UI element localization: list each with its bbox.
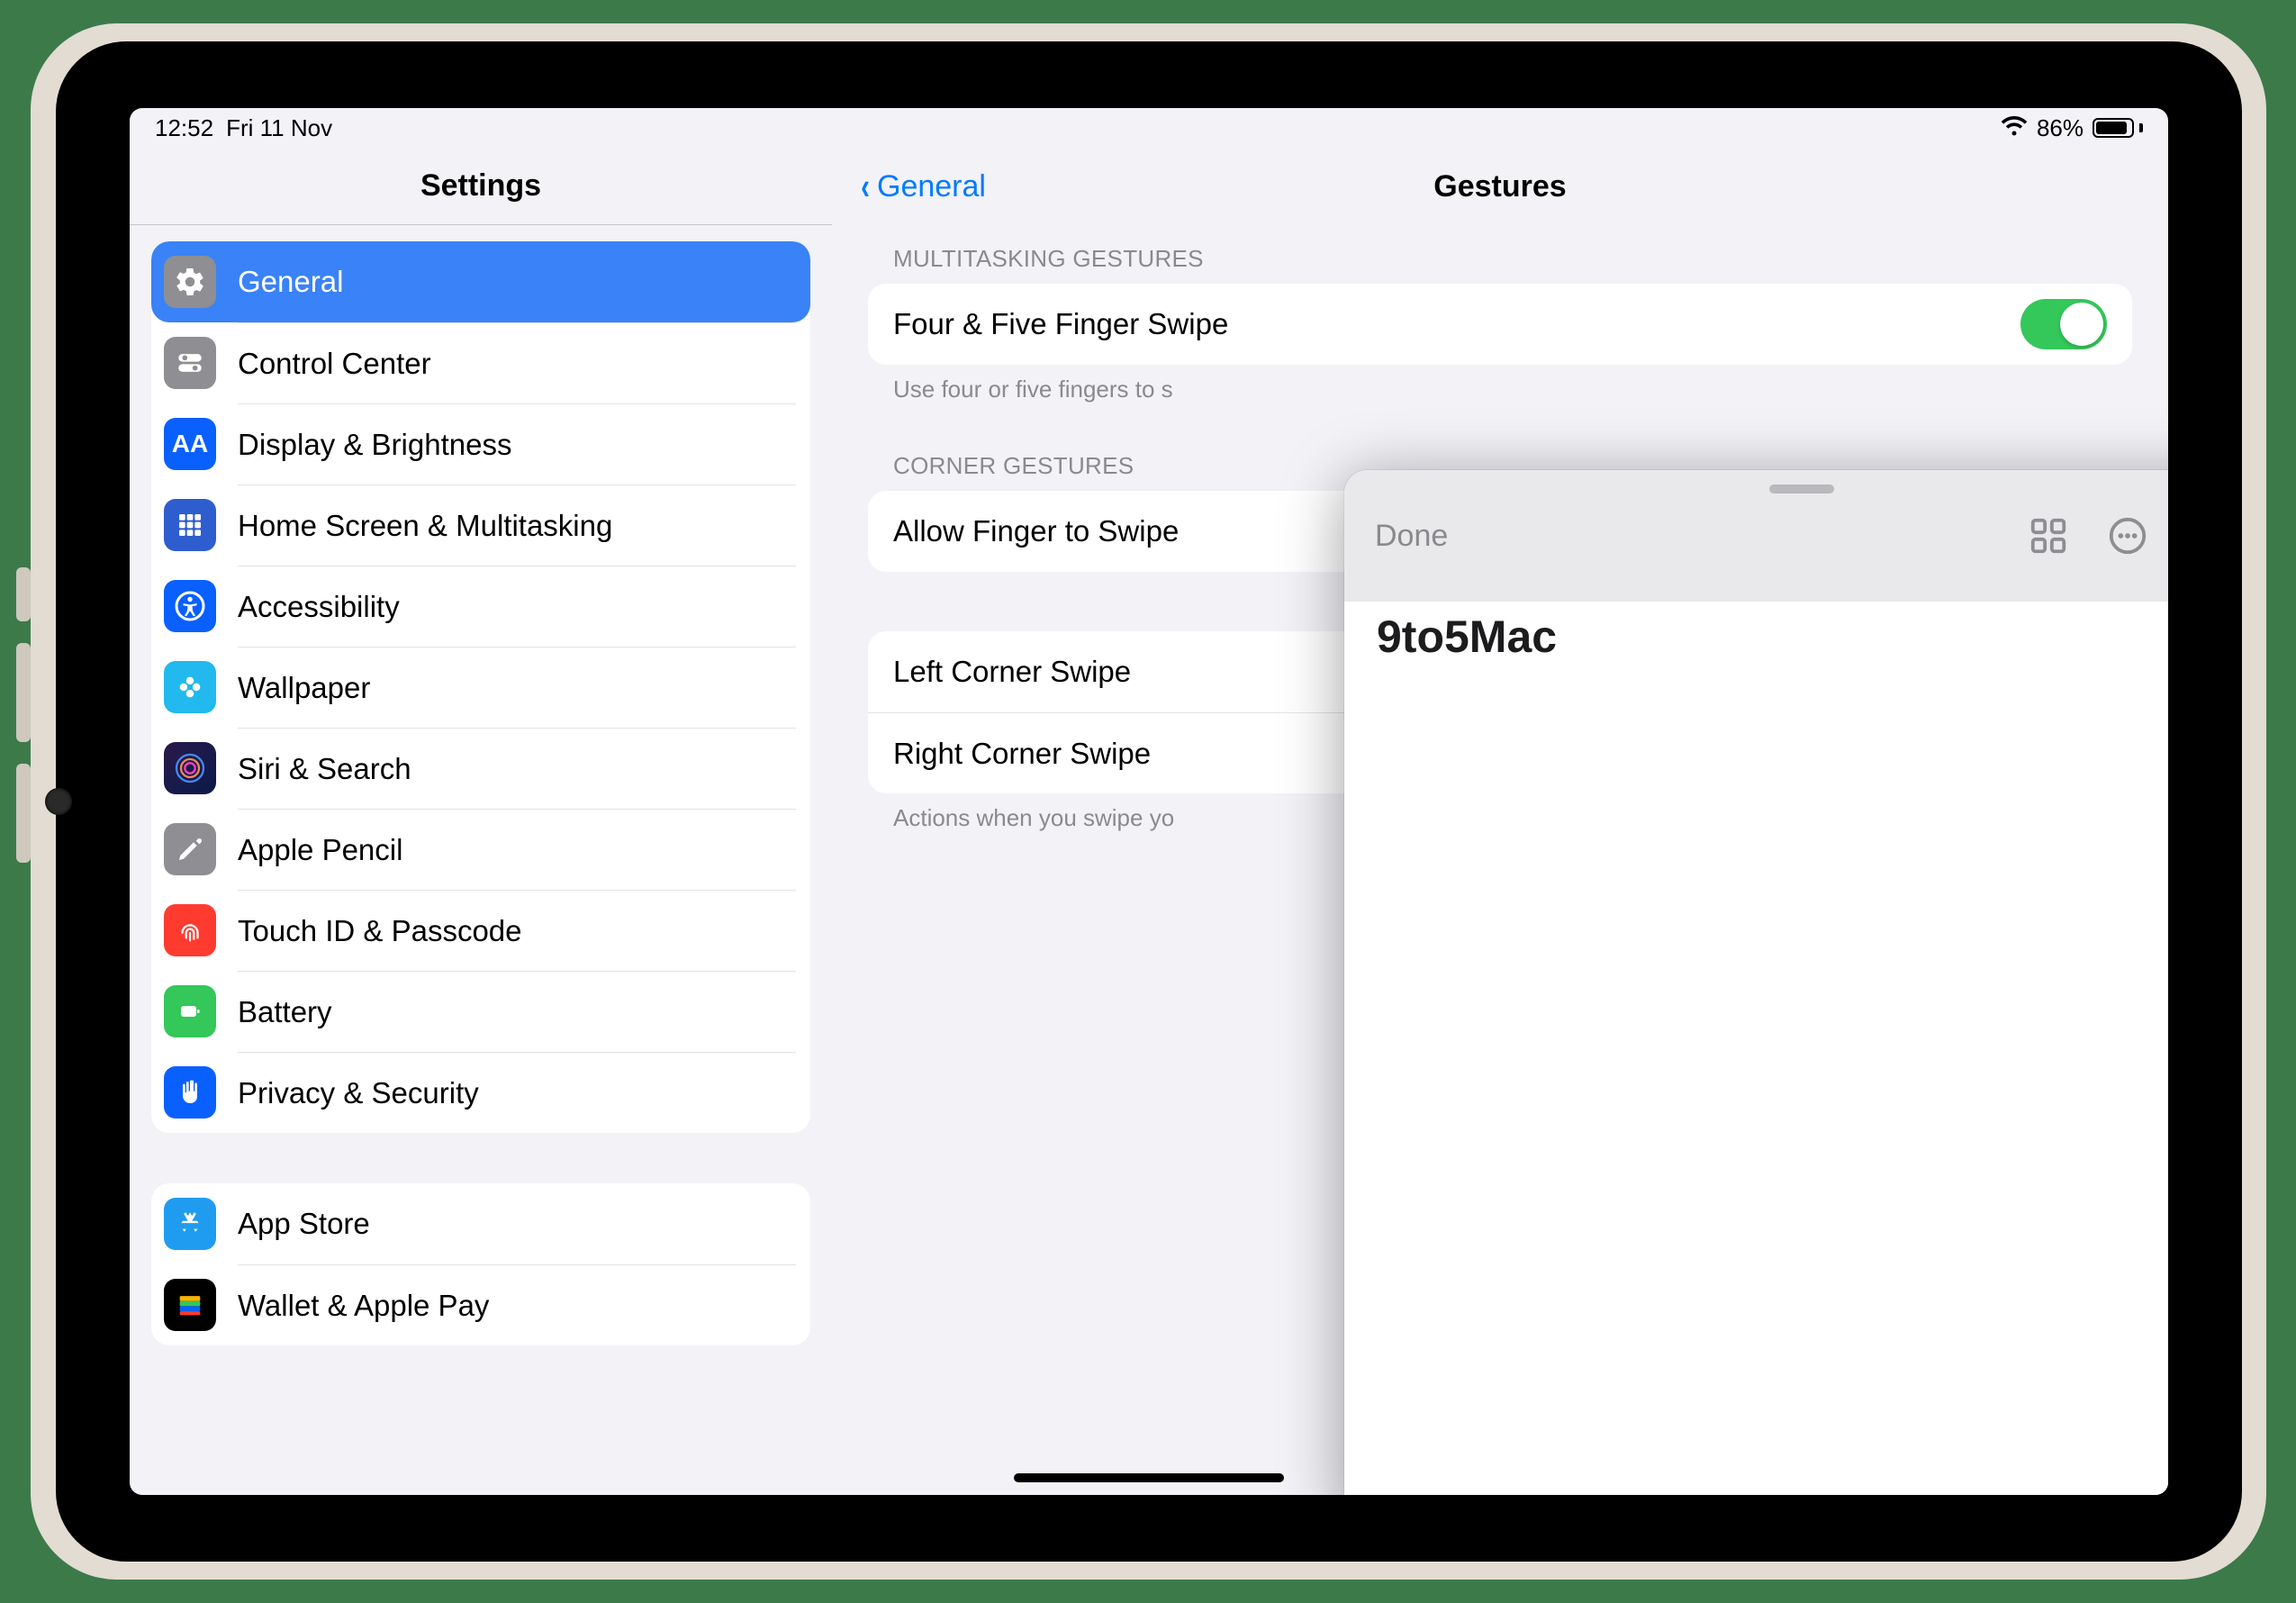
sidebar-item-home-screen[interactable]: Home Screen & Multitasking [151,485,810,566]
toggles-icon [164,337,216,389]
hand-icon [164,1066,216,1118]
sidebar-item-label: Wallpaper [238,671,370,705]
pencil-icon [164,823,216,875]
sidebar-item-display-brightness[interactable]: AA Display & Brightness [151,403,810,485]
row-label: Left Corner Swipe [893,655,1131,689]
status-time: 12:52 [155,114,213,142]
sidebar-item-label: Wallet & Apple Pay [238,1289,489,1323]
sidebar-item-label: Accessibility [238,590,400,624]
page-title: Gestures [1433,169,1566,204]
home-indicator[interactable] [1014,1473,1284,1482]
row-label: Four & Five Finger Swipe [893,307,1228,341]
row-four-five-finger-swipe[interactable]: Four & Five Finger Swipe [868,284,2132,365]
status-date: Fri 11 Nov [226,114,332,142]
sidebar-item-label: Privacy & Security [238,1076,479,1110]
sidebar-item-wallet[interactable]: Wallet & Apple Pay [151,1264,810,1345]
sidebar-item-wallpaper[interactable]: Wallpaper [151,647,810,728]
sidebar-item-siri-search[interactable]: Siri & Search [151,728,810,809]
row-label: Right Corner Swipe [893,737,1151,771]
sidebar-item-label: Battery [238,995,332,1029]
chevron-left-icon: ‹ [861,175,870,197]
battery-percentage-label: 86% [2037,114,2084,142]
back-button-label: General [877,169,986,204]
sidebar-title: Settings [130,148,832,225]
settings-sidebar: General Control Center AA Display & Brig… [130,225,832,1495]
accessibility-icon [164,580,216,632]
back-button[interactable]: ‹ General [859,169,986,204]
sidebar-item-general[interactable]: General [151,241,810,322]
siri-icon [164,742,216,794]
front-camera [45,788,72,815]
gallery-grid-icon[interactable] [2028,515,2069,557]
battery-icon [164,985,216,1037]
sidebar-item-label: Control Center [238,347,431,381]
app-grid-icon [164,499,216,551]
fingerprint-icon [164,904,216,956]
toggle-switch[interactable] [2020,299,2107,349]
wallet-icon [164,1279,216,1331]
done-button[interactable]: Done [1375,519,1448,554]
sidebar-item-battery[interactable]: Battery [151,971,810,1052]
hardware-mute-switch [16,567,31,621]
flower-icon [164,661,216,713]
sidebar-item-label: Touch ID & Passcode [238,914,522,948]
note-title[interactable]: 9to5Mac [1377,611,2168,663]
app-store-icon [164,1198,216,1250]
hardware-volume-down [16,764,31,863]
gear-icon [164,256,216,308]
row-label: Allow Finger to Swipe [893,514,1179,548]
quick-note-panel[interactable]: Done 9to5Mac [1344,470,2168,1495]
sidebar-item-app-store[interactable]: App Store [151,1183,810,1264]
sidebar-item-apple-pencil[interactable]: Apple Pencil [151,809,810,890]
sidebar-item-touch-id[interactable]: Touch ID & Passcode [151,890,810,971]
sidebar-item-control-center[interactable]: Control Center [151,322,810,403]
wifi-icon [2001,114,2028,142]
quick-note-toolbar: Done [1344,470,2168,602]
sidebar-item-accessibility[interactable]: Accessibility [151,566,810,647]
drag-grabber[interactable] [1769,485,1834,494]
sidebar-item-privacy[interactable]: Privacy & Security [151,1052,810,1133]
status-bar: 12:52 Fri 11 Nov 86% [130,108,2168,148]
quick-note-body[interactable]: 9to5Mac [1344,602,2168,672]
section-footnote: Use four or five fingers to s [868,365,2132,403]
ellipsis-circle-icon[interactable] [2107,515,2148,557]
battery-icon [2093,118,2143,138]
hardware-volume-up [16,643,31,742]
text-size-icon: AA [164,418,216,470]
sidebar-item-label: Siri & Search [238,752,411,786]
section-header-multitasking: MULTITASKING GESTURES [868,245,2132,284]
sidebar-item-label: Apple Pencil [238,833,402,867]
sidebar-item-label: Home Screen & Multitasking [238,509,612,543]
sidebar-item-label: App Store [238,1207,370,1241]
sidebar-item-label: General [238,265,343,299]
sidebar-item-label: Display & Brightness [238,428,511,462]
